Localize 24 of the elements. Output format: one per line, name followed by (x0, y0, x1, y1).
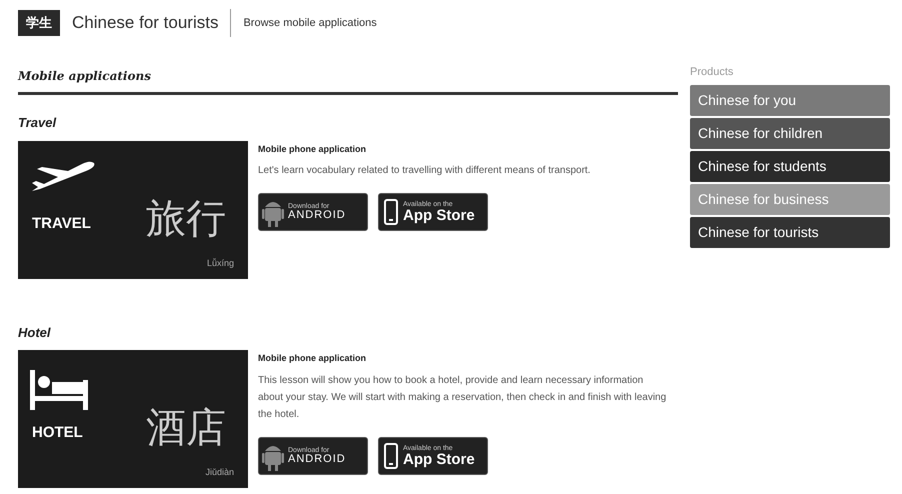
app-title: Travel (18, 114, 58, 132)
tile-pinyin: Lǚxíng (206, 256, 234, 270)
sidebar-item[interactable]: Chinese for students (690, 150, 890, 182)
sidebar-title: Products (690, 65, 734, 80)
sidebar-item[interactable]: Chinese for children (690, 118, 890, 148)
site-title: Chinese for tourists (72, 12, 218, 34)
phone-icon (384, 442, 398, 468)
app-description: Let's learn vocabulary related to travelling with different means of transport. (258, 164, 592, 178)
phone-icon (384, 199, 398, 225)
app-title: Hotel (18, 324, 52, 342)
sidebar-item[interactable]: Chinese for you (690, 84, 890, 116)
tile-hanzi: 酒店 (146, 408, 226, 448)
logo: 学生 (18, 10, 60, 36)
app-description: This lesson will show you how to book a hotel, provide and learn necessary information about your stay. We will start with making a reservation, then check in and finish with leaving the hotel. (258, 374, 668, 422)
tile-label: HOTEL (32, 423, 83, 443)
tile-label: TRAVEL (32, 214, 91, 234)
section-title: Mobile applications (18, 69, 151, 83)
browse-link[interactable]: Browse mobile applications (243, 14, 377, 32)
bed-icon (28, 368, 90, 412)
tile-pinyin: Jiǔdiàn (205, 466, 234, 479)
sidebar-item[interactable]: Chinese for tourists (690, 216, 890, 248)
app-subtitle: Mobile phone application (258, 352, 367, 365)
tile-hanzi: 旅行 (146, 198, 226, 238)
app-subtitle: Mobile phone application (258, 142, 367, 156)
